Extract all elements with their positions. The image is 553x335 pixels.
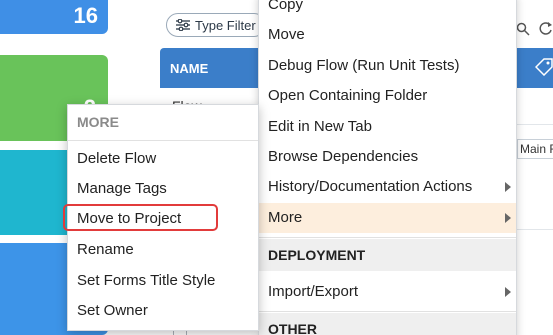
highlight-annotation: [63, 204, 218, 231]
deployment-section-header: DEPLOYMENT: [259, 239, 516, 271]
main-cell-label: Main F: [517, 139, 553, 159]
context-item-label: Move: [268, 26, 305, 43]
context-item-label: Import/Export: [268, 283, 359, 300]
refresh-icon[interactable]: [538, 20, 553, 36]
filter-sliders-icon: [176, 19, 190, 31]
context-item-debug-flow[interactable]: Debug Flow (Run Unit Tests): [259, 51, 516, 81]
context-item-label: Debug Flow (Run Unit Tests): [268, 57, 460, 74]
context-item-browse-dependencies[interactable]: Browse Dependencies: [259, 142, 516, 172]
type-filter-label: Type Filter: [195, 17, 256, 33]
context-menu: Copy Move Debug Flow (Run Unit Tests) Op…: [258, 0, 517, 335]
name-column-header[interactable]: NAME: [160, 48, 270, 88]
context-item-label: More: [268, 209, 303, 226]
menu-divider: [68, 140, 258, 141]
context-item-label: Browse Dependencies: [268, 148, 419, 165]
submenu-item-rename[interactable]: Rename: [77, 241, 134, 258]
stat-tile-top[interactable]: 16: [0, 0, 108, 34]
tag-icon[interactable]: [535, 58, 553, 76]
context-item-label: Open Containing Folder: [268, 87, 428, 104]
grid-line: [517, 124, 553, 125]
search-icon[interactable]: [516, 22, 530, 36]
type-filter-button[interactable]: Type Filter: [166, 13, 266, 37]
context-item-history-docs[interactable]: History/Documentation Actions: [259, 172, 516, 202]
context-item-edit-new-tab[interactable]: Edit in New Tab: [259, 112, 516, 142]
context-item-import-export[interactable]: Import/Export: [259, 277, 516, 307]
context-item-move[interactable]: Move: [259, 20, 516, 50]
submenu-item-manage-tags[interactable]: Manage Tags: [77, 180, 167, 197]
submenu-item-set-forms-title-style[interactable]: Set Forms Title Style: [77, 272, 215, 289]
context-item-open-folder[interactable]: Open Containing Folder: [259, 81, 516, 111]
stat-tile-count: 16: [73, 3, 98, 28]
context-item-label: Copy: [268, 0, 304, 13]
context-item-label: Edit in New Tab: [268, 118, 372, 135]
more-submenu-header: MORE: [77, 114, 119, 130]
grid-line: [517, 229, 553, 230]
other-section-header: OTHER: [259, 313, 516, 335]
chevron-right-icon: [505, 287, 511, 297]
context-item-label: History/Documentation Actions: [268, 178, 473, 195]
menu-divider: [259, 237, 516, 238]
context-item-copy[interactable]: Copy: [259, 0, 516, 20]
menu-divider: [259, 311, 516, 312]
chevron-right-icon: [505, 182, 511, 192]
chevron-right-icon: [505, 213, 511, 223]
context-item-more[interactable]: More: [259, 203, 516, 233]
submenu-item-set-owner[interactable]: Set Owner: [77, 302, 148, 319]
submenu-item-delete-flow[interactable]: Delete Flow: [77, 150, 156, 167]
